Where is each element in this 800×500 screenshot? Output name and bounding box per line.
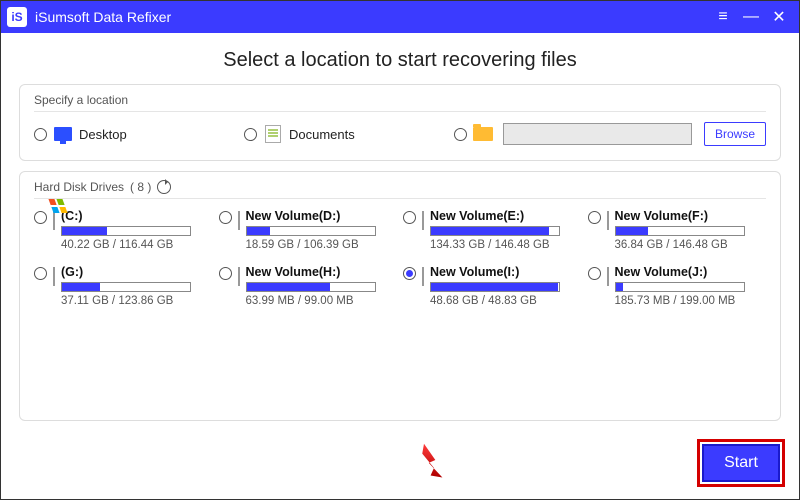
drives-count: ( 8 ) — [130, 180, 151, 194]
drive-item[interactable]: New Volume(F:) 36.84 GB / 146.48 GB — [588, 209, 767, 251]
drive-name: New Volume(D:) — [246, 209, 398, 223]
radio-drive[interactable] — [34, 267, 47, 280]
radio-documents[interactable] — [244, 128, 257, 141]
radio-drive[interactable] — [588, 211, 601, 224]
radio-custom[interactable] — [454, 128, 467, 141]
location-row: Desktop Documents Browse — [34, 122, 766, 146]
drive-item[interactable]: New Volume(I:) 48.68 GB / 48.83 GB — [403, 265, 582, 307]
drive-item[interactable]: New Volume(D:) 18.59 GB / 106.39 GB — [219, 209, 398, 251]
app-title: iSumsoft Data Refixer — [35, 9, 709, 25]
radio-drive[interactable] — [219, 211, 232, 224]
drive-icon — [607, 211, 609, 230]
radio-drive[interactable] — [219, 267, 232, 280]
usage-bar — [246, 226, 376, 236]
drives-panel-title: Hard Disk Drives ( 8 ) — [34, 180, 766, 199]
drive-size: 18.59 GB / 106.39 GB — [246, 239, 398, 251]
drive-name: New Volume(J:) — [615, 265, 767, 279]
drive-item[interactable]: (C:) 40.22 GB / 116.44 GB — [34, 209, 213, 251]
usage-bar — [430, 282, 560, 292]
app-logo-icon: iS — [7, 7, 27, 27]
start-highlight: Start — [697, 439, 785, 487]
drive-icon — [53, 267, 55, 286]
usage-bar — [430, 226, 560, 236]
drive-size: 36.84 GB / 146.48 GB — [615, 239, 767, 251]
drive-name: New Volume(E:) — [430, 209, 582, 223]
location-custom[interactable]: Browse — [454, 122, 766, 146]
drive-name: New Volume(F:) — [615, 209, 767, 223]
desktop-icon — [53, 125, 73, 143]
drive-icon — [422, 267, 424, 286]
menu-button[interactable]: ≡ — [709, 8, 737, 26]
usage-bar — [615, 282, 745, 292]
radio-drive[interactable] — [403, 267, 416, 280]
footer: Start — [1, 431, 799, 499]
drive-name: New Volume(I:) — [430, 265, 582, 279]
drives-title-text: Hard Disk Drives — [34, 180, 124, 194]
refresh-icon[interactable] — [157, 180, 171, 194]
usage-bar — [61, 282, 191, 292]
page-heading: Select a location to start recovering fi… — [1, 33, 799, 84]
radio-desktop[interactable] — [34, 128, 47, 141]
location-panel: Specify a location Desktop Documents Bro… — [19, 84, 781, 161]
drive-item[interactable]: New Volume(E:) 134.33 GB / 146.48 GB — [403, 209, 582, 251]
drive-item[interactable]: (G:) 37.11 GB / 123.86 GB — [34, 265, 213, 307]
drive-item[interactable]: New Volume(J:) 185.73 MB / 199.00 MB — [588, 265, 767, 307]
drive-icon — [607, 267, 609, 286]
drives-panel: Hard Disk Drives ( 8 ) (C:) 40.22 GB / 11… — [19, 171, 781, 421]
title-bar: iS iSumsoft Data Refixer ≡ — ✕ — [1, 1, 799, 33]
drive-name: (C:) — [61, 209, 213, 223]
drive-size: 185.73 MB / 199.00 MB — [615, 295, 767, 307]
location-panel-title: Specify a location — [34, 93, 766, 112]
drive-name: New Volume(H:) — [246, 265, 398, 279]
documents-icon — [263, 125, 283, 143]
location-desktop[interactable]: Desktop — [34, 125, 234, 143]
folder-icon — [473, 125, 493, 143]
drive-size: 40.22 GB / 116.44 GB — [61, 239, 213, 251]
drive-size: 134.33 GB / 146.48 GB — [430, 239, 582, 251]
drive-icon — [422, 211, 424, 230]
drive-size: 37.11 GB / 123.86 GB — [61, 295, 213, 307]
browse-button[interactable]: Browse — [704, 122, 766, 146]
drive-name: (G:) — [61, 265, 213, 279]
drive-size: 63.99 MB / 99.00 MB — [246, 295, 398, 307]
close-button[interactable]: ✕ — [765, 7, 793, 27]
minimize-button[interactable]: — — [737, 8, 765, 26]
radio-drive[interactable] — [588, 267, 601, 280]
usage-bar — [246, 282, 376, 292]
drive-item[interactable]: New Volume(H:) 63.99 MB / 99.00 MB — [219, 265, 398, 307]
radio-drive[interactable] — [403, 211, 416, 224]
radio-drive[interactable] — [34, 211, 47, 224]
drives-grid: (C:) 40.22 GB / 116.44 GB New Volume(D:) 18… — [34, 209, 766, 307]
documents-label: Documents — [289, 127, 355, 142]
drive-icon — [238, 211, 240, 230]
app-window: iS iSumsoft Data Refixer ≡ — ✕ Select a … — [0, 0, 800, 500]
custom-path-input[interactable] — [503, 123, 692, 145]
drive-icon — [238, 267, 240, 286]
desktop-label: Desktop — [79, 127, 127, 142]
drive-size: 48.68 GB / 48.83 GB — [430, 295, 582, 307]
usage-bar — [61, 226, 191, 236]
location-documents[interactable]: Documents — [244, 125, 444, 143]
usage-bar — [615, 226, 745, 236]
drive-icon — [53, 211, 55, 230]
start-button[interactable]: Start — [702, 444, 780, 482]
